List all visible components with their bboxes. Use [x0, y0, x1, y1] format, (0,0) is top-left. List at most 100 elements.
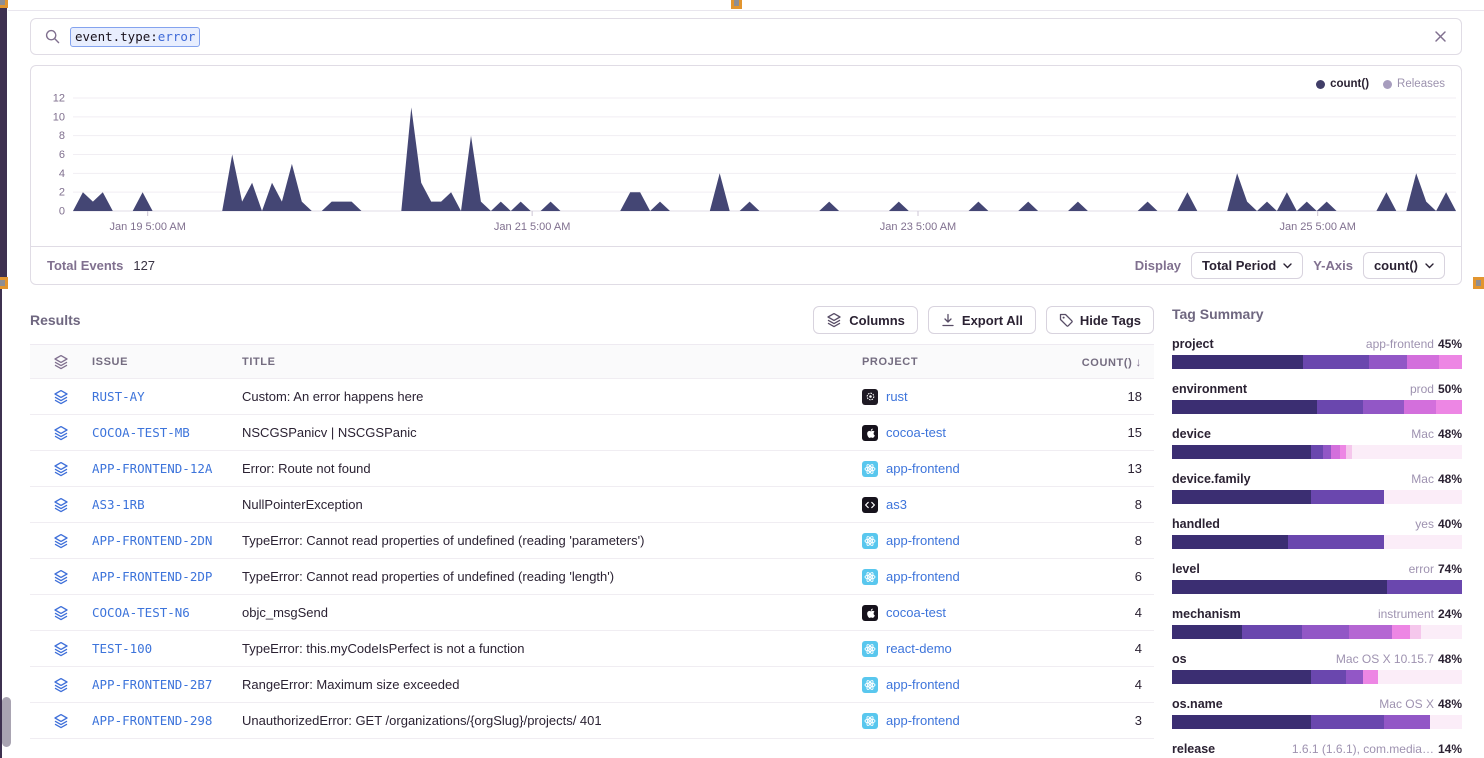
issue-link[interactable]: APP-FRONTEND-298	[92, 713, 242, 728]
export-all-button[interactable]: Export All	[928, 306, 1036, 334]
tag-bar-segment[interactable]	[1346, 670, 1363, 684]
issue-stack-icon[interactable]	[53, 569, 69, 585]
tag-bar-segment[interactable]	[1172, 355, 1303, 369]
issue-link[interactable]: COCOA-TEST-MB	[92, 425, 242, 440]
tag-bar-segment[interactable]	[1349, 625, 1393, 639]
project-link[interactable]: app-frontend	[886, 677, 960, 692]
selection-handle-bottom-left[interactable]	[0, 277, 8, 289]
table-row[interactable]: COCOA-TEST-N6objc_msgSendcocoa-test4	[30, 595, 1154, 631]
issue-stack-icon[interactable]	[53, 641, 69, 657]
columns-button[interactable]: Columns	[813, 306, 918, 334]
table-row[interactable]: APP-FRONTEND-2B7RangeError: Maximum size…	[30, 667, 1154, 703]
issue-stack-icon[interactable]	[53, 497, 69, 513]
issue-link[interactable]: COCOA-TEST-N6	[92, 605, 242, 620]
tag-bar-segment[interactable]	[1317, 400, 1363, 414]
clear-search-icon[interactable]	[1434, 30, 1447, 43]
issue-stack-icon[interactable]	[53, 461, 69, 477]
column-header-count[interactable]: COUNT()↓	[1070, 355, 1154, 369]
tag-bar-segment[interactable]	[1384, 490, 1462, 504]
yaxis-dropdown[interactable]: count()	[1363, 252, 1445, 279]
tag-distribution-bar[interactable]	[1172, 625, 1462, 639]
search-query-token[interactable]: event.type:error	[70, 27, 200, 47]
selection-handle-top-center[interactable]	[731, 0, 742, 9]
tag-distribution-bar[interactable]	[1172, 490, 1462, 504]
column-header-title[interactable]: TITLE	[242, 356, 862, 368]
count-area-chart[interactable]: 121086420Jan 19 5:00 AMJan 21 5:00 AMJan…	[31, 86, 1461, 246]
issue-stack-icon[interactable]	[53, 533, 69, 549]
tag-bar-segment[interactable]	[1302, 625, 1348, 639]
tag-bar-segment[interactable]	[1172, 535, 1288, 549]
tag-bar-segment[interactable]	[1172, 715, 1311, 729]
tag-bar-segment[interactable]	[1352, 445, 1462, 459]
issue-stack-icon[interactable]	[53, 425, 69, 441]
tag-bar-segment[interactable]	[1311, 445, 1323, 459]
tag-bar-segment[interactable]	[1323, 445, 1332, 459]
left-scrollbar-thumb[interactable]	[2, 697, 11, 747]
tag-bar-segment[interactable]	[1384, 535, 1462, 549]
issue-link[interactable]: APP-FRONTEND-2DN	[92, 533, 242, 548]
tag-bar-segment[interactable]	[1421, 625, 1462, 639]
tag-bar-segment[interactable]	[1172, 580, 1387, 594]
issue-link[interactable]: APP-FRONTEND-2DP	[92, 569, 242, 584]
tag-bar-segment[interactable]	[1311, 715, 1384, 729]
selection-handle-top-left[interactable]	[0, 0, 8, 8]
tag-distribution-bar[interactable]	[1172, 355, 1462, 369]
tag-distribution-bar[interactable]	[1172, 580, 1462, 594]
issue-link[interactable]: APP-FRONTEND-2B7	[92, 677, 242, 692]
project-link[interactable]: app-frontend	[886, 533, 960, 548]
tag-bar-segment[interactable]	[1242, 625, 1303, 639]
tag-distribution-bar[interactable]	[1172, 715, 1462, 729]
tag-bar-segment[interactable]	[1404, 400, 1436, 414]
project-link[interactable]: cocoa-test	[886, 425, 946, 440]
issue-link[interactable]: RUST-AY	[92, 389, 242, 404]
tag-distribution-bar[interactable]	[1172, 535, 1462, 549]
tag-distribution-bar[interactable]	[1172, 445, 1462, 459]
column-header-issue[interactable]: ISSUE	[92, 356, 242, 368]
tag-bar-segment[interactable]	[1363, 400, 1404, 414]
project-link[interactable]: app-frontend	[886, 713, 960, 728]
tag-bar-segment[interactable]	[1172, 445, 1311, 459]
table-row[interactable]: APP-FRONTEND-2DNTypeError: Cannot read p…	[30, 523, 1154, 559]
tag-bar-segment[interactable]	[1430, 715, 1462, 729]
selection-handle-bottom-right[interactable]	[1473, 277, 1484, 289]
tag-bar-segment[interactable]	[1172, 670, 1311, 684]
tag-bar-segment[interactable]	[1436, 400, 1462, 414]
issue-stack-icon[interactable]	[53, 713, 69, 729]
tag-bar-segment[interactable]	[1410, 625, 1422, 639]
project-link[interactable]: cocoa-test	[886, 605, 946, 620]
issue-stack-icon[interactable]	[53, 605, 69, 621]
project-link[interactable]: app-frontend	[886, 461, 960, 476]
tag-bar-segment[interactable]	[1172, 490, 1311, 504]
tag-bar-segment[interactable]	[1387, 580, 1462, 594]
issue-stack-icon[interactable]	[53, 389, 69, 405]
column-header-project[interactable]: PROJECT	[862, 356, 1070, 368]
project-link[interactable]: react-demo	[886, 641, 952, 656]
tag-bar-segment[interactable]	[1303, 355, 1370, 369]
tag-bar-segment[interactable]	[1331, 445, 1340, 459]
project-link[interactable]: as3	[886, 497, 907, 512]
tag-bar-segment[interactable]	[1378, 670, 1462, 684]
tag-bar-segment[interactable]	[1311, 490, 1384, 504]
table-row[interactable]: COCOA-TEST-MBNSCGSPanicv | NSCGSPaniccoc…	[30, 415, 1154, 451]
table-row[interactable]: APP-FRONTEND-298UnauthorizedError: GET /…	[30, 703, 1154, 739]
tag-bar-segment[interactable]	[1369, 355, 1407, 369]
tag-bar-segment[interactable]	[1311, 670, 1346, 684]
tag-bar-segment[interactable]	[1363, 670, 1378, 684]
table-row[interactable]: TEST-100TypeError: this.myCodeIsPerfect …	[30, 631, 1154, 667]
issue-link[interactable]: AS3-1RB	[92, 497, 242, 512]
tag-bar-segment[interactable]	[1172, 625, 1242, 639]
tag-bar-segment[interactable]	[1288, 535, 1384, 549]
search-bar[interactable]: event.type:error	[30, 18, 1462, 55]
hide-tags-button[interactable]: Hide Tags	[1046, 306, 1154, 334]
tag-bar-segment[interactable]	[1439, 355, 1462, 369]
table-row[interactable]: AS3-1RBNullPointerExceptionas38	[30, 487, 1154, 523]
issue-link[interactable]: TEST-100	[92, 641, 242, 656]
tag-bar-segment[interactable]	[1384, 715, 1430, 729]
tag-distribution-bar[interactable]	[1172, 670, 1462, 684]
project-link[interactable]: app-frontend	[886, 569, 960, 584]
table-row[interactable]: APP-FRONTEND-12AError: Route not foundap…	[30, 451, 1154, 487]
tag-bar-segment[interactable]	[1172, 400, 1317, 414]
tag-bar-segment[interactable]	[1392, 625, 1409, 639]
tag-distribution-bar[interactable]	[1172, 400, 1462, 414]
table-row[interactable]: RUST-AYCustom: An error happens hererust…	[30, 379, 1154, 415]
